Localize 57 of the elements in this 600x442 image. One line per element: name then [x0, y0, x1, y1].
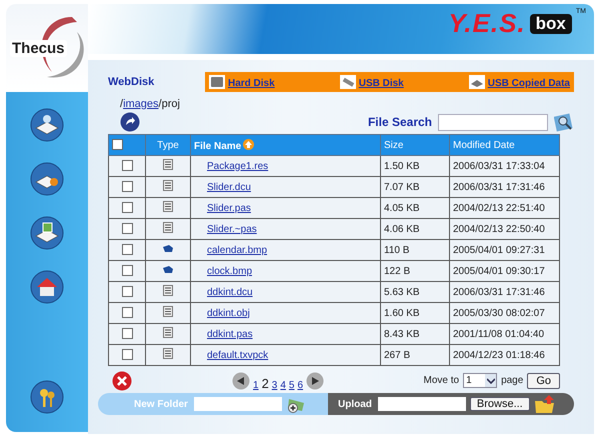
path-link[interactable]: images [123, 98, 159, 110]
page-select[interactable]: 1 [463, 373, 498, 388]
file-link[interactable]: clock.bmp [207, 266, 252, 276]
table-cell: 5.63 KB [380, 282, 450, 302]
table-cell: 110 B [380, 240, 450, 260]
section-title: WebDisk [108, 76, 156, 88]
page-link[interactable]: 4 [280, 380, 286, 391]
table-cell: 1.50 KB [380, 156, 450, 176]
product-logo: Y.E.S. [448, 8, 526, 39]
file-link[interactable]: default.txvpck [207, 350, 268, 360]
table-cell: 4.05 KB [380, 198, 450, 218]
file-link[interactable]: calendar.bmp [207, 244, 268, 256]
table-cell: 2005/03/30 08:02:07 [450, 302, 560, 324]
upload-label: Upload [338, 398, 372, 410]
page-link[interactable]: 2 [262, 376, 269, 391]
tab[interactable]: USB Copied Data [468, 75, 570, 89]
file-link[interactable]: ddkint.pas [207, 328, 253, 340]
table-cell: 2001/11/08 01:04:40 [450, 324, 560, 344]
column-header: Size [380, 134, 450, 156]
table-cell: 2006/03/31 17:31:46 [450, 282, 560, 302]
column-header: Type [146, 134, 190, 156]
file-link[interactable]: Slider.dcu [207, 182, 251, 192]
page-label: page [501, 375, 524, 386]
path-text: / [120, 98, 124, 110]
table-cell: 4.06 KB [380, 218, 450, 240]
column-header: Modified Date [450, 134, 560, 156]
table-cell: 2006/03/31 17:33:04 [450, 156, 560, 176]
page-link[interactable]: 5 [288, 380, 294, 391]
file-link[interactable]: Slider.~pas [207, 224, 257, 234]
company-logo: Thecus [10, 40, 67, 56]
go-button[interactable]: Go [527, 372, 560, 388]
page-link[interactable]: 6 [297, 380, 304, 391]
file-link[interactable]: Package1.res [207, 160, 268, 172]
page-link[interactable]: 1 [253, 380, 259, 391]
table-cell: 2006/03/31 17:31:46 [450, 176, 560, 198]
table-cell: 2004/02/13 22:50:40 [450, 218, 560, 240]
file-link[interactable]: Slider.pas [207, 202, 251, 214]
file-link[interactable]: ddkint.obj [207, 308, 250, 318]
table-cell: 122 B [380, 260, 450, 282]
file-link[interactable]: ddkint.dcu [207, 286, 253, 298]
table-cell: 1.60 KB [380, 302, 450, 324]
table-cell: 2005/04/01 09:30:17 [450, 260, 560, 282]
table-cell: 2005/04/01 09:27:31 [450, 240, 560, 260]
tab[interactable]: Hard Disk [209, 75, 275, 89]
page-link[interactable]: 3 [272, 380, 278, 391]
move-to-label: Move to [423, 375, 460, 386]
product-logo-box: box [530, 14, 572, 34]
new-folder-label: New Folder [134, 398, 188, 410]
search-label: File Search [368, 115, 432, 129]
tab[interactable]: USB Disk [340, 75, 404, 89]
table-cell: 2004/12/23 01:18:46 [450, 344, 560, 366]
table-cell: 2004/02/13 22:51:40 [450, 198, 560, 218]
path-text: /proj [158, 98, 180, 110]
table-cell: 267 B [380, 344, 450, 366]
table-cell: 8.43 KB [380, 324, 450, 344]
table-cell: 7.07 KB [380, 176, 450, 198]
browse-button[interactable]: Browse... [470, 397, 530, 411]
